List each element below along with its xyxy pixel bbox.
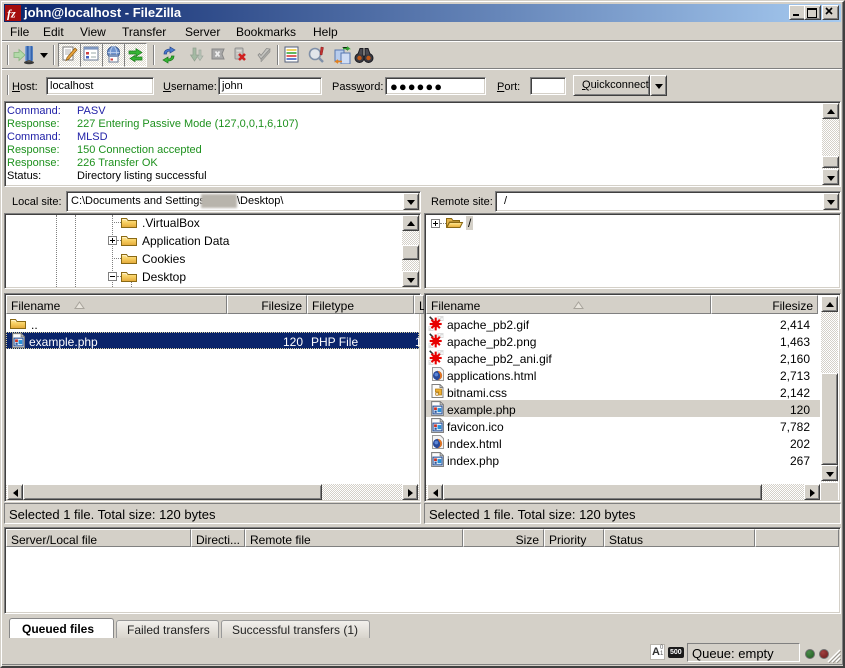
svg-text:fz: fz	[7, 7, 16, 21]
